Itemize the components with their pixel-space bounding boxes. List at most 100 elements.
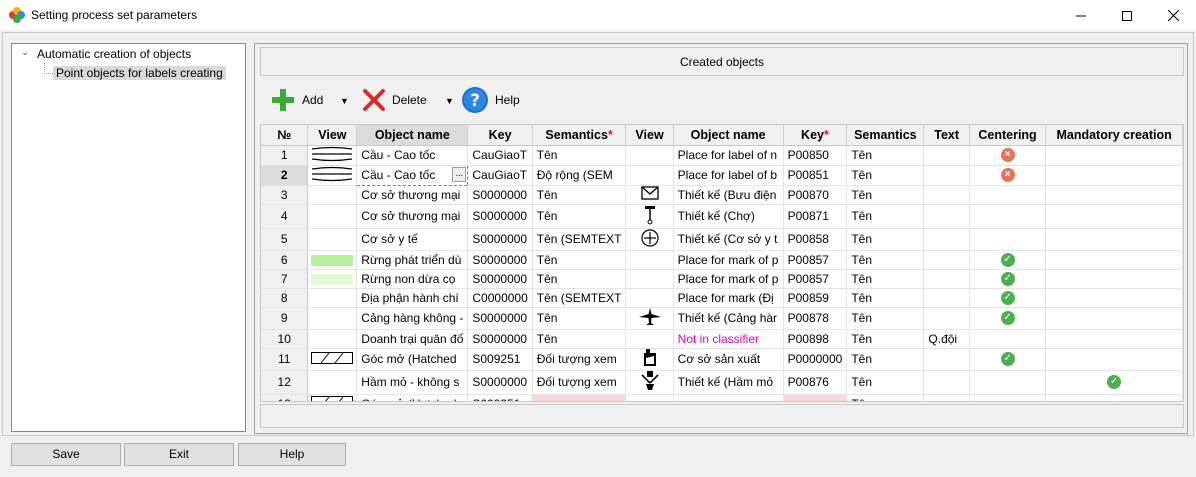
- text-cell[interactable]: [923, 348, 970, 371]
- centering-cell[interactable]: ✓: [969, 269, 1047, 289]
- text-cell[interactable]: [923, 228, 970, 251]
- semantics-2-cell[interactable]: Tên: [846, 329, 925, 349]
- object-name-cell[interactable]: Địa phận hành chí: [356, 288, 469, 308]
- row-number[interactable]: 9: [261, 307, 309, 330]
- key-cell[interactable]: S0000000: [467, 269, 533, 289]
- key-2-cell[interactable]: P00870: [783, 185, 848, 205]
- minimize-button[interactable]: [1058, 0, 1104, 31]
- text-cell[interactable]: [923, 145, 970, 166]
- object-name-cell[interactable]: Rừng phát triển dù: [356, 250, 469, 270]
- text-cell[interactable]: [923, 307, 970, 330]
- col-header-view-2[interactable]: View: [625, 125, 674, 146]
- table-row[interactable]: 4 Cơ sở thương mại S0000000 Tên Thiết kế (Ch…: [261, 204, 1183, 229]
- semantics-2-cell[interactable]: Tên: [846, 269, 925, 289]
- view-2-cell[interactable]: [625, 329, 674, 349]
- semantics-cell[interactable]: Tên: [532, 250, 627, 270]
- row-number[interactable]: 2: [261, 165, 309, 186]
- view-2-cell[interactable]: [625, 370, 674, 395]
- key-2-cell[interactable]: P00850: [783, 145, 848, 166]
- object-name-2-cell[interactable]: Not in classifier: [673, 329, 784, 349]
- centering-cell[interactable]: ✓: [969, 250, 1047, 270]
- semantics-cell[interactable]: [532, 394, 627, 401]
- key-cell[interactable]: C0000000: [467, 288, 533, 308]
- centering-cell[interactable]: ✓: [969, 348, 1047, 371]
- col-header-view[interactable]: View: [307, 125, 358, 146]
- tree-view[interactable]: ⌄ Automatic creation of objects Point ob…: [11, 43, 246, 432]
- centering-cell[interactable]: [969, 228, 1047, 251]
- browse-button[interactable]: ...: [452, 166, 467, 182]
- object-name-2-cell[interactable]: Place for mark (Đị: [673, 288, 784, 308]
- semantics-2-cell[interactable]: Tên: [846, 185, 925, 205]
- key-cell[interactable]: S009251: [467, 394, 533, 401]
- view-cell[interactable]: [307, 185, 358, 205]
- key-cell[interactable]: S0000000: [467, 228, 533, 251]
- table-row[interactable]: 8 Địa phận hành chí C0000000 Tên (SEMTEXT Pl…: [261, 288, 1183, 308]
- view-cell[interactable]: [307, 370, 358, 395]
- view-2-cell[interactable]: [625, 204, 674, 229]
- key-2-cell[interactable]: P00876: [783, 370, 848, 395]
- centering-cell[interactable]: [969, 370, 1047, 395]
- mandatory-creation-cell[interactable]: [1045, 329, 1183, 349]
- view-cell[interactable]: [307, 204, 358, 229]
- object-name-2-cell[interactable]: Cơ sở sản xuất: [673, 348, 784, 371]
- col-header-text[interactable]: Text: [923, 125, 970, 146]
- centering-cell[interactable]: [969, 185, 1047, 205]
- key-2-cell[interactable]: [783, 394, 848, 401]
- view-2-cell[interactable]: [625, 185, 674, 205]
- col-header-object-name-2[interactable]: Object name: [673, 125, 784, 146]
- text-cell[interactable]: [923, 165, 970, 186]
- key-2-cell[interactable]: P00878: [783, 307, 848, 330]
- object-name-2-cell[interactable]: Thiết kế (Hầm mỏ: [673, 370, 784, 395]
- col-header-semantics-2[interactable]: Semantics: [846, 125, 925, 146]
- key-cell[interactable]: S0000000: [467, 370, 533, 395]
- col-header-centering[interactable]: Centering: [969, 125, 1047, 146]
- semantics-cell[interactable]: Tên: [532, 329, 627, 349]
- object-name-cell[interactable]: Cầu - Cao tốc...: [356, 164, 469, 186]
- semantics-cell[interactable]: Tên (SEMTEXT: [532, 228, 627, 251]
- object-name-cell[interactable]: Doanh trại quân đố: [356, 329, 469, 349]
- view-2-cell[interactable]: [625, 348, 674, 371]
- col-header-object-name[interactable]: Object name: [356, 125, 469, 146]
- table-row[interactable]: 10 Doanh trại quân đố S0000000 Tên Not in cl…: [261, 329, 1183, 349]
- mandatory-creation-cell[interactable]: [1045, 185, 1183, 205]
- table-row[interactable]: 11 Góc mở (Hatched S009251 Đối tượng xem Cơ …: [261, 348, 1183, 371]
- view-cell[interactable]: [307, 269, 358, 289]
- key-cell[interactable]: S0000000: [467, 307, 533, 330]
- table-row[interactable]: 13 Góc mở (HatchedS009251 Tên: [261, 394, 1183, 401]
- view-cell[interactable]: [307, 394, 358, 401]
- delete-button[interactable]: Delete: [362, 84, 427, 116]
- text-cell[interactable]: [923, 288, 970, 308]
- mandatory-creation-cell[interactable]: ✓: [1045, 370, 1183, 395]
- key-2-cell[interactable]: P00851: [783, 165, 848, 186]
- add-dropdown-arrow[interactable]: ▼: [340, 96, 349, 106]
- row-number[interactable]: 3: [261, 185, 309, 205]
- object-name-cell[interactable]: Góc mở (Hatched: [356, 394, 469, 401]
- view-2-cell[interactable]: [625, 145, 674, 166]
- collapse-icon[interactable]: ⌄: [20, 47, 30, 58]
- table-row[interactable]: 1 Cầu - Cao tốc CauGiaoT Tên Place for label…: [261, 145, 1183, 166]
- centering-cell[interactable]: ×: [969, 145, 1047, 166]
- table-row[interactable]: 12 Hầm mỏ - không s S0000000 Đối tượng xem T…: [261, 370, 1183, 395]
- object-name-cell[interactable]: Cảng hàng không -: [356, 307, 469, 330]
- row-number[interactable]: 6: [261, 250, 309, 270]
- table-row[interactable]: 3 Cơ sở thương mại S0000000 Tên Thiết kế (Bư…: [261, 185, 1183, 205]
- semantics-cell[interactable]: Tên: [532, 307, 627, 330]
- exit-button[interactable]: Exit: [124, 443, 234, 466]
- mandatory-creation-cell[interactable]: [1045, 165, 1183, 186]
- text-cell[interactable]: [923, 250, 970, 270]
- semantics-cell[interactable]: Tên: [532, 145, 627, 166]
- mandatory-creation-cell[interactable]: [1045, 228, 1183, 251]
- view-2-cell[interactable]: [625, 307, 674, 330]
- view-cell[interactable]: [307, 165, 358, 186]
- object-name-2-cell[interactable]: Thiết kế (Cơ sở y t: [673, 228, 784, 251]
- row-number[interactable]: 10: [261, 329, 309, 349]
- col-header-key[interactable]: Key: [467, 125, 533, 146]
- table-row[interactable]: 9 Cảng hàng không - S0000000 Tên Thiết kế (C…: [261, 307, 1183, 330]
- semantics-2-cell[interactable]: Tên: [846, 394, 925, 401]
- object-name-cell[interactable]: Góc mở (Hatched: [356, 348, 469, 371]
- mandatory-creation-cell[interactable]: [1045, 204, 1183, 229]
- key-cell[interactable]: CauGiaoT: [467, 145, 533, 166]
- semantics-cell[interactable]: Tên: [532, 185, 627, 205]
- object-name-cell[interactable]: Cơ sở thương mại: [356, 204, 469, 229]
- mandatory-creation-cell[interactable]: [1045, 145, 1183, 166]
